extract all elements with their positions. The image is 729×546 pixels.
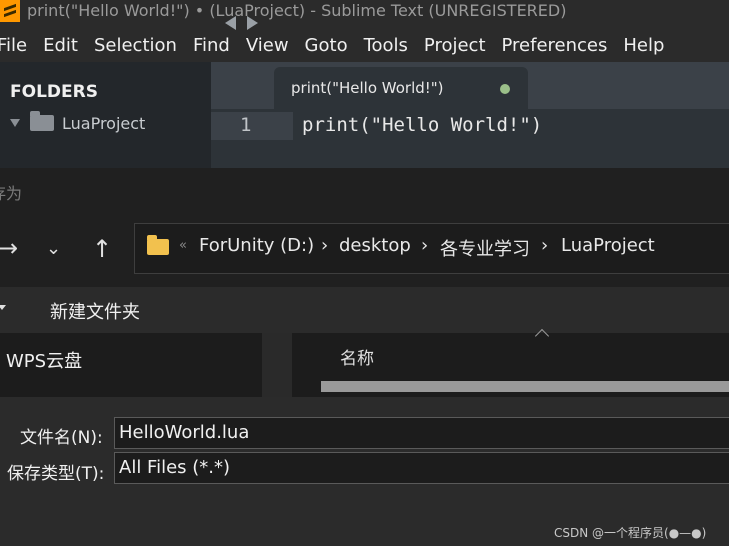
- menu-tools[interactable]: Tools: [364, 31, 408, 61]
- horizontal-scrollbar[interactable]: [321, 381, 729, 392]
- tab-hello-world[interactable]: print("Hello World!"): [274, 67, 528, 109]
- column-header-name[interactable]: 名称: [340, 344, 374, 369]
- window-title: print("Hello World!") • (LuaProject) - S…: [27, 1, 567, 20]
- address-bar[interactable]: « ForUnity (D:) › desktop › 各专业学习 › LuaP…: [134, 223, 729, 274]
- sublime-logo-icon: [0, 0, 20, 22]
- breadcrumb-drive[interactable]: ForUnity (D:): [199, 235, 314, 256]
- breadcrumb-separator[interactable]: ›: [321, 235, 328, 256]
- title-bar: print("Hello World!") • (LuaProject) - S…: [0, 0, 729, 22]
- filename-input[interactable]: HelloWorld.lua: [114, 417, 729, 449]
- expand-triangle-icon[interactable]: [10, 119, 20, 127]
- nav-item-wps-cloud[interactable]: WPS云盘: [6, 347, 82, 373]
- menu-preferences[interactable]: Preferences: [502, 31, 608, 61]
- command-bar: 新建文件夹: [0, 287, 729, 333]
- arrow-right-icon[interactable]: →: [0, 233, 18, 263]
- filename-label: 文件名(N):: [20, 428, 103, 448]
- chevron-down-icon[interactable]: ⌄: [46, 234, 61, 264]
- dialog-title: 存为: [0, 184, 23, 203]
- sidebar-item-label: LuaProject: [62, 113, 146, 133]
- breadcrumb-luaproject[interactable]: LuaProject: [561, 235, 655, 256]
- line-number: 1: [240, 114, 252, 136]
- menu-goto[interactable]: Goto: [305, 31, 348, 61]
- menu-project[interactable]: Project: [424, 31, 486, 61]
- unsaved-dot-icon[interactable]: [500, 84, 510, 94]
- tab-label: print("Hello World!"): [291, 79, 444, 97]
- overflow-chevron-icon[interactable]: «: [179, 238, 187, 253]
- breadcrumb-separator[interactable]: ›: [541, 235, 548, 256]
- menu-view[interactable]: View: [246, 31, 289, 61]
- menu-edit[interactable]: Edit: [43, 31, 78, 61]
- code-line[interactable]: print("Hello World!"): [302, 114, 542, 136]
- folders-sidebar: FOLDERS LuaProject: [0, 62, 211, 168]
- filetype-value: All Files (*.*): [119, 457, 231, 478]
- breadcrumb-study[interactable]: 各专业学习: [440, 235, 530, 261]
- navigation-pane: WPS云盘: [0, 333, 262, 397]
- filename-value: HelloWorld.lua: [119, 422, 250, 443]
- menu-help[interactable]: Help: [623, 31, 664, 61]
- breadcrumb-desktop[interactable]: desktop: [339, 235, 411, 256]
- menu-file[interactable]: File: [0, 31, 27, 61]
- folder-icon: [147, 235, 169, 255]
- menu-selection[interactable]: Selection: [94, 31, 177, 61]
- menu-bar: File Edit Selection Find View Goto Tools…: [0, 31, 729, 61]
- menu-find[interactable]: Find: [193, 31, 230, 61]
- filetype-label: 保存类型(T):: [7, 464, 105, 484]
- folder-icon: [30, 111, 54, 131]
- current-line-gutter: [211, 112, 293, 140]
- new-folder-button[interactable]: 新建文件夹: [50, 298, 140, 324]
- breadcrumb-separator[interactable]: ›: [421, 235, 428, 256]
- watermark: CSDN @一个程序员(●—●): [554, 526, 707, 540]
- arrow-up-icon[interactable]: ↑: [92, 234, 112, 264]
- filetype-select[interactable]: All Files (*.*): [114, 452, 729, 484]
- sidebar-item-luaproject[interactable]: LuaProject: [10, 111, 146, 134]
- tab-scroll-left-icon[interactable]: [225, 16, 236, 30]
- tab-scroll-right-icon[interactable]: [247, 16, 258, 30]
- navigation-scrollbar[interactable]: [262, 333, 292, 397]
- organize-dropdown-icon[interactable]: [0, 305, 6, 310]
- folders-header: FOLDERS: [10, 82, 98, 102]
